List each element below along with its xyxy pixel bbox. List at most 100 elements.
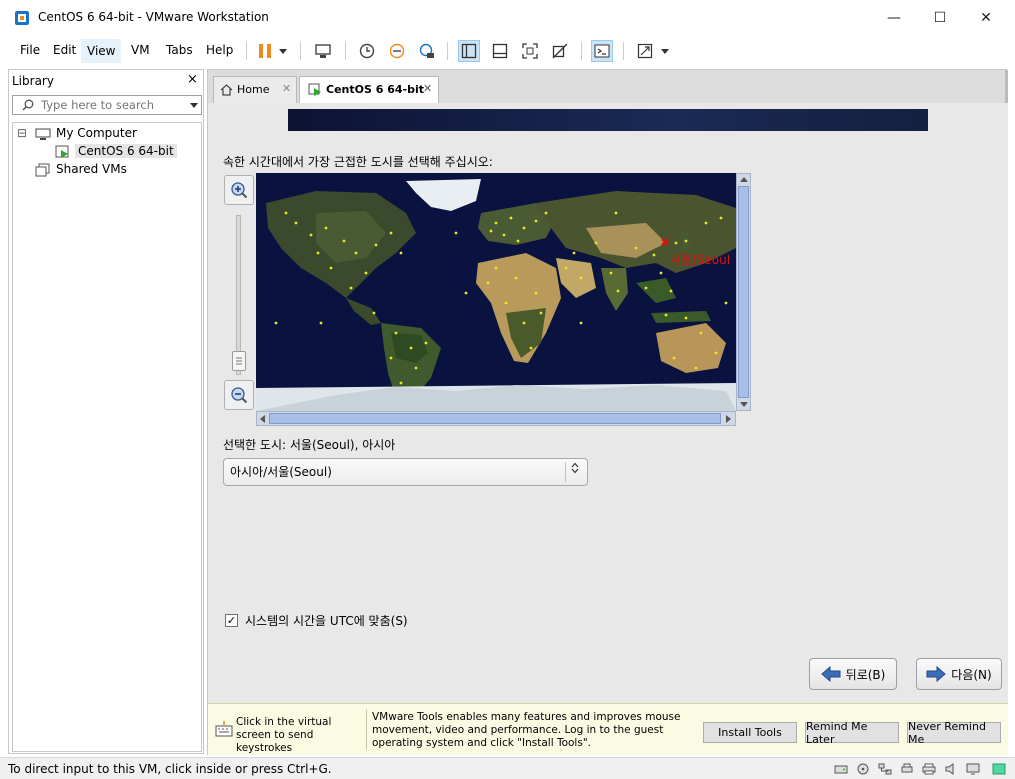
chevron-down-icon[interactable] — [276, 40, 290, 62]
hard-disk-icon[interactable] — [834, 763, 848, 775]
chevron-down-icon[interactable] — [658, 40, 672, 62]
menu-view[interactable]: View — [81, 39, 122, 63]
toolbar-separator — [246, 42, 247, 60]
tab-strip: Home ✕ CentOS 6 64-bit ✕ — [208, 70, 1008, 104]
keyboard-click-icon — [215, 721, 233, 737]
stretch-guest-icon[interactable] — [634, 40, 656, 62]
menu-file[interactable]: File — [16, 43, 44, 57]
zoom-out-icon — [231, 387, 248, 404]
map-vertical-scrollbar[interactable] — [736, 173, 751, 411]
install-tools-button[interactable]: Install Tools — [703, 722, 797, 743]
network-adapter-icon[interactable] — [878, 763, 892, 775]
vmware-tools-message: VMware Tools enables many features and i… — [372, 711, 681, 749]
horizontal-scroll-thumb[interactable] — [269, 413, 721, 424]
menu-tabs[interactable]: Tabs — [162, 43, 197, 57]
home-icon — [220, 84, 233, 96]
zoom-in-button[interactable] — [224, 175, 254, 205]
running-vm-icon — [55, 145, 69, 158]
tree-item-my-computer[interactable]: My Computer — [56, 126, 137, 140]
remind-me-later-button[interactable]: Remind Me Later — [805, 720, 899, 746]
next-button[interactable]: 다음(N) — [916, 658, 1002, 690]
send-ctrl-alt-del-icon[interactable] — [312, 40, 334, 62]
library-search-box[interactable] — [12, 95, 202, 115]
zoom-slider-handle[interactable] — [232, 351, 246, 371]
selected-city-text: 선택한 도시: 서울(Seoul), 아시아 — [223, 438, 396, 452]
utc-checkbox[interactable]: ✓ — [225, 614, 238, 627]
revert-snapshot-icon[interactable] — [386, 40, 408, 62]
timezone-dropdown[interactable]: 아시아/서울(Seoul) — [223, 458, 588, 486]
library-search-input[interactable] — [41, 97, 181, 113]
cd-dvd-icon[interactable] — [856, 763, 870, 775]
unity-icon[interactable] — [549, 40, 571, 62]
arrow-right-icon — [926, 666, 947, 682]
back-button-label: 뒤로(B) — [845, 667, 886, 682]
message-log-icon[interactable] — [992, 763, 1006, 775]
vmware-tools-notification: Click in the virtual screen to send keys… — [208, 703, 1008, 755]
toolbar-separator — [623, 42, 624, 60]
printer-icon[interactable] — [922, 763, 936, 775]
chevron-up-icon[interactable] — [740, 177, 748, 182]
timezone-instruction: 속한 시간대에서 가장 근접한 도시를 선택해 주십시오: — [223, 155, 493, 169]
sound-card-icon[interactable] — [944, 763, 958, 775]
tools-bar-divider — [366, 710, 367, 750]
minimize-button[interactable]: — — [871, 0, 917, 36]
world-timezone-map[interactable]: 서울(Seoul — [256, 173, 736, 411]
pause-icon[interactable] — [254, 40, 276, 62]
computer-icon — [35, 128, 51, 140]
tab-strip-edge — [1005, 70, 1008, 104]
toolbar-separator — [447, 42, 448, 60]
vm-console-screen[interactable]: 속한 시간대에서 가장 근접한 도시를 선택해 주십시오: 서울(Seoul 선… — [208, 103, 1008, 703]
library-title: Library — [12, 74, 54, 88]
tab-home[interactable]: Home ✕ — [213, 76, 297, 104]
chevron-down-icon[interactable] — [190, 103, 198, 108]
tree-item-centos-vm[interactable]: CentOS 6 64-bit — [75, 144, 177, 158]
show-library-icon[interactable] — [458, 40, 480, 62]
tab-centos-vm[interactable]: CentOS 6 64-bit ✕ — [299, 76, 439, 104]
console-view-icon[interactable] — [591, 40, 613, 62]
library-tree: ⊟ My Computer CentOS 6 64-bit Shared VMs — [12, 122, 202, 752]
menu-vm[interactable]: VM — [127, 43, 154, 57]
status-message: To direct input to this VM, click inside… — [8, 762, 332, 776]
vertical-scroll-thumb[interactable] — [738, 186, 749, 398]
snapshot-icon[interactable] — [356, 40, 378, 62]
tree-item-shared-vms[interactable]: Shared VMs — [56, 162, 127, 176]
never-remind-me-button[interactable]: Never Remind Me — [907, 720, 1001, 746]
menu-help[interactable]: Help — [202, 43, 237, 57]
chevron-right-icon[interactable] — [726, 415, 731, 423]
tab-close-icon[interactable]: ✕ — [423, 82, 432, 95]
search-icon — [22, 99, 34, 111]
chevron-up-down-icon[interactable] — [565, 462, 583, 482]
seoul-map-label: 서울(Seoul — [670, 253, 731, 267]
map-horizontal-scrollbar[interactable] — [256, 411, 736, 426]
toolbar-separator — [345, 42, 346, 60]
running-vm-icon — [308, 83, 321, 96]
collapse-icon[interactable]: ⊟ — [17, 126, 27, 140]
tab-close-icon[interactable]: ✕ — [282, 82, 291, 95]
title-bar: CentOS 6 64-bit - VMware Workstation — ☐… — [0, 0, 1015, 36]
window-title: CentOS 6 64-bit - VMware Workstation — [38, 10, 269, 24]
snapshot-manager-icon[interactable] — [416, 40, 438, 62]
display-icon[interactable] — [966, 763, 980, 775]
world-map-image — [256, 173, 736, 411]
thumbnail-bar-icon[interactable] — [489, 40, 511, 62]
vmware-logo-icon — [15, 11, 29, 25]
back-button[interactable]: 뒤로(B) — [809, 658, 897, 690]
usb-controller-icon[interactable] — [900, 763, 914, 775]
library-panel: Library × ⊟ My Computer CentOS 6 64-bit … — [8, 69, 204, 754]
toolbar-separator — [300, 42, 301, 60]
menu-edit[interactable]: Edit — [49, 43, 80, 57]
arrow-left-icon — [820, 666, 841, 682]
zoom-in-icon — [231, 182, 248, 199]
close-window-button[interactable]: ✕ — [963, 0, 1009, 36]
full-screen-icon[interactable] — [519, 40, 541, 62]
toolbar-separator — [581, 42, 582, 60]
chevron-down-icon[interactable] — [740, 402, 748, 407]
chevron-left-icon[interactable] — [260, 415, 265, 423]
next-button-label: 다음(N) — [951, 667, 992, 682]
zoom-out-button[interactable] — [224, 380, 254, 410]
utc-checkbox-label[interactable]: 시스템의 시간을 UTC에 맞춤(S) — [245, 612, 408, 629]
click-to-send-keystrokes-hint: Click in the virtual screen to send keys… — [236, 716, 332, 754]
close-library-button[interactable]: × — [187, 72, 198, 87]
vm-workspace: Home ✕ CentOS 6 64-bit ✕ 속한 시간대에서 가장 근접한… — [207, 69, 1008, 755]
maximize-button[interactable]: ☐ — [917, 0, 963, 36]
